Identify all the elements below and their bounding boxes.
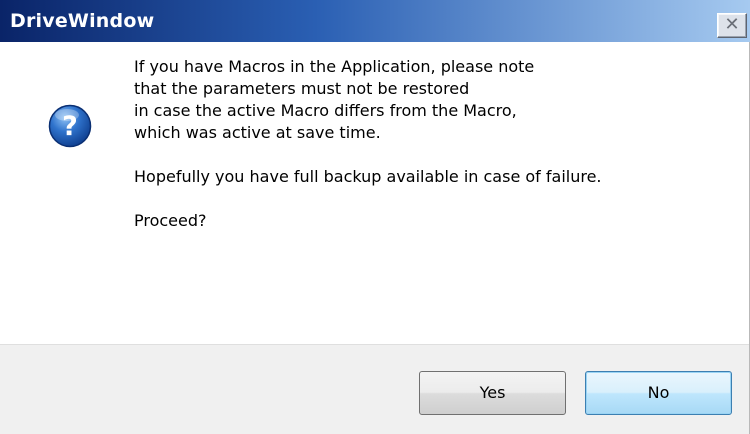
question-glyph: ? xyxy=(62,111,78,142)
proceed-prompt: Proceed? xyxy=(134,211,207,230)
message-line: that the parameters must not be restored xyxy=(134,79,470,98)
window-title: DriveWindow xyxy=(10,10,155,32)
no-button[interactable]: No xyxy=(585,371,732,415)
close-icon: ✕ xyxy=(724,14,740,35)
backup-note: Hopefully you have full backup available… xyxy=(134,167,602,186)
message-text: If you have Macros in the Application, p… xyxy=(134,56,734,232)
message-line: in case the active Macro differs from th… xyxy=(134,101,517,120)
message-line: If you have Macros in the Application, p… xyxy=(134,57,535,76)
yes-button[interactable]: Yes xyxy=(419,371,566,415)
message-line: which was active at save time. xyxy=(134,123,381,142)
button-bar: Yes No xyxy=(0,344,750,434)
message-dialog: DriveWindow ✕ ? If you have Macros in th… xyxy=(0,0,750,434)
dialog-content: ? If you have Macros in the Application,… xyxy=(0,42,750,344)
close-button[interactable]: ✕ xyxy=(717,13,747,38)
title-bar[interactable]: DriveWindow ✕ xyxy=(0,0,750,42)
question-icon: ? xyxy=(48,104,92,148)
